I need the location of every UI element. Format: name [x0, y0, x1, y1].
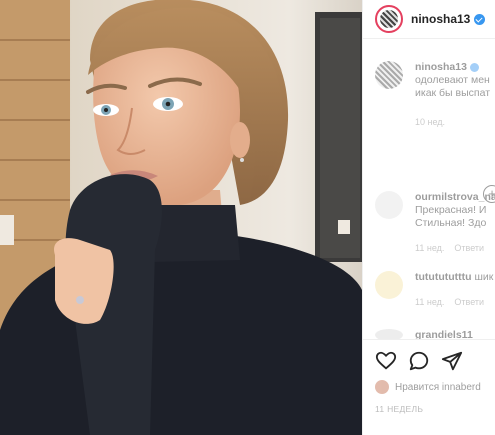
post-photo[interactable] — [0, 0, 362, 435]
likes-text: Нравится innaberd — [395, 381, 481, 393]
avatar[interactable] — [375, 271, 403, 299]
avatar — [375, 380, 389, 394]
comment-meta: 11 нед. Ответи — [415, 297, 484, 307]
comment-time: 11 нед. — [415, 243, 445, 253]
portrait-illustration — [0, 0, 362, 435]
avatar[interactable] — [375, 5, 403, 33]
comment-time: 10 нед. — [415, 117, 446, 127]
reply-link[interactable]: Ответи — [454, 243, 484, 253]
comment-text: Прекрасная! И — [415, 204, 487, 216]
comment-username[interactable]: ourmilstrova_na — [415, 191, 495, 203]
verified-icon — [474, 13, 486, 25]
post-date: 11 НЕДЕЛЬ — [375, 404, 424, 414]
comment-icon[interactable] — [408, 350, 430, 372]
post-sidebar: ninosha13 ninosha13 одолевают мен икак б… — [362, 0, 495, 435]
verified-icon — [469, 62, 479, 72]
comment-username[interactable]: tututututttu — [415, 271, 472, 283]
comment-username[interactable]: ninosha13 — [415, 61, 467, 73]
comment-text: икак бы выспат — [415, 87, 490, 99]
avatar[interactable] — [375, 61, 403, 89]
comment-text: одолевают мен — [415, 74, 490, 86]
comment-text: Стильная! Здо — [415, 217, 487, 229]
post-header: ninosha13 — [363, 0, 495, 39]
share-icon[interactable] — [441, 350, 463, 372]
post-username[interactable]: ninosha13 — [411, 12, 470, 26]
post-actions: Нравится innaberd 11 НЕДЕЛЬ — [363, 339, 495, 435]
comment-time: 11 нед. — [415, 297, 445, 307]
comment-text: шик — [474, 271, 494, 283]
reply-link[interactable]: Ответи — [454, 297, 484, 307]
avatar[interactable] — [375, 191, 403, 219]
likes-summary[interactable]: Нравится innaberd — [375, 380, 481, 394]
heart-icon[interactable] — [375, 350, 397, 372]
comment-meta: 11 нед. Ответи — [415, 243, 484, 253]
comments-list: ninosha13 одолевают мен икак бы выспат 1… — [363, 39, 495, 341]
